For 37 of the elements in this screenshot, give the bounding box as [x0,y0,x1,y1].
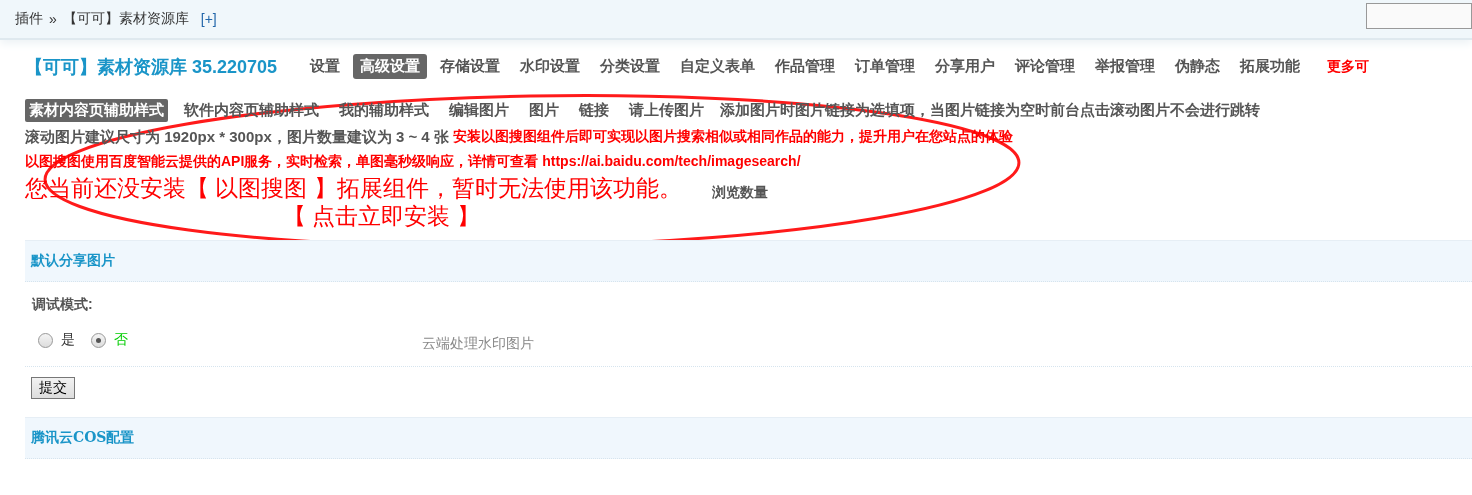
style-tab[interactable]: 请上传图片 [625,99,708,122]
submit-button[interactable]: 提交 [31,377,75,399]
more-link[interactable]: 更多可 [1327,57,1370,76]
style-tab[interactable]: 图片 [525,99,563,122]
install-notice: 您当前还没安装【 以图搜图 】拓展组件，暂时无法使用该功能。 [25,174,682,203]
nav-tab[interactable]: 存储设置 [433,54,508,79]
nav-tab[interactable]: 分享用户 [928,54,1003,79]
nav-tab[interactable]: 设置 [303,54,348,79]
section-title: 腾讯云COS配置 [31,429,135,447]
radio-label[interactable]: 是 [61,331,75,349]
radio-button[interactable] [91,332,106,348]
style-tab[interactable]: 链接 [575,99,613,122]
nav-tab[interactable]: 举报管理 [1088,54,1163,79]
nav-tab[interactable]: 拓展功能 [1233,54,1308,79]
nav-tab[interactable]: 分类设置 [593,54,668,79]
nav-tab[interactable]: 评论管理 [1008,54,1083,79]
breadcrumb-item[interactable]: 【可可】素材资源库 [62,10,189,28]
add-link[interactable]: [+] [200,11,217,27]
section-title: 默认分享图片 [31,252,115,270]
nav-tab[interactable]: 水印设置 [513,54,588,79]
style-tab[interactable]: 编辑图片 [445,99,513,122]
nav-tab[interactable]: 高级设置 [353,54,428,79]
plugin-title: 【可可】素材资源库 35.220705 [25,55,278,79]
breadcrumb-separator: » [49,11,57,27]
radio-button[interactable] [38,332,53,348]
search-field[interactable] [1366,3,1472,29]
setting-description: 云端处理水印图片 [422,335,534,353]
nav-tab[interactable]: 作品管理 [768,54,843,79]
style-tab[interactable]: 我的辅助样式 [335,99,433,122]
nav-tab[interactable]: 订单管理 [848,54,923,79]
style-tab[interactable]: 素材内容页辅助样式 [25,99,168,122]
view-count-label: 浏览数量 [711,184,768,202]
breadcrumb-item[interactable]: 插件 [15,10,43,28]
nav-tab[interactable]: 伪静态 [1168,54,1228,79]
install-link[interactable]: 【 点击立即安装 】 [0,204,1472,228]
nav-tab[interactable]: 自定义表单 [673,54,763,79]
setting-label: 调试模式: [32,296,94,314]
